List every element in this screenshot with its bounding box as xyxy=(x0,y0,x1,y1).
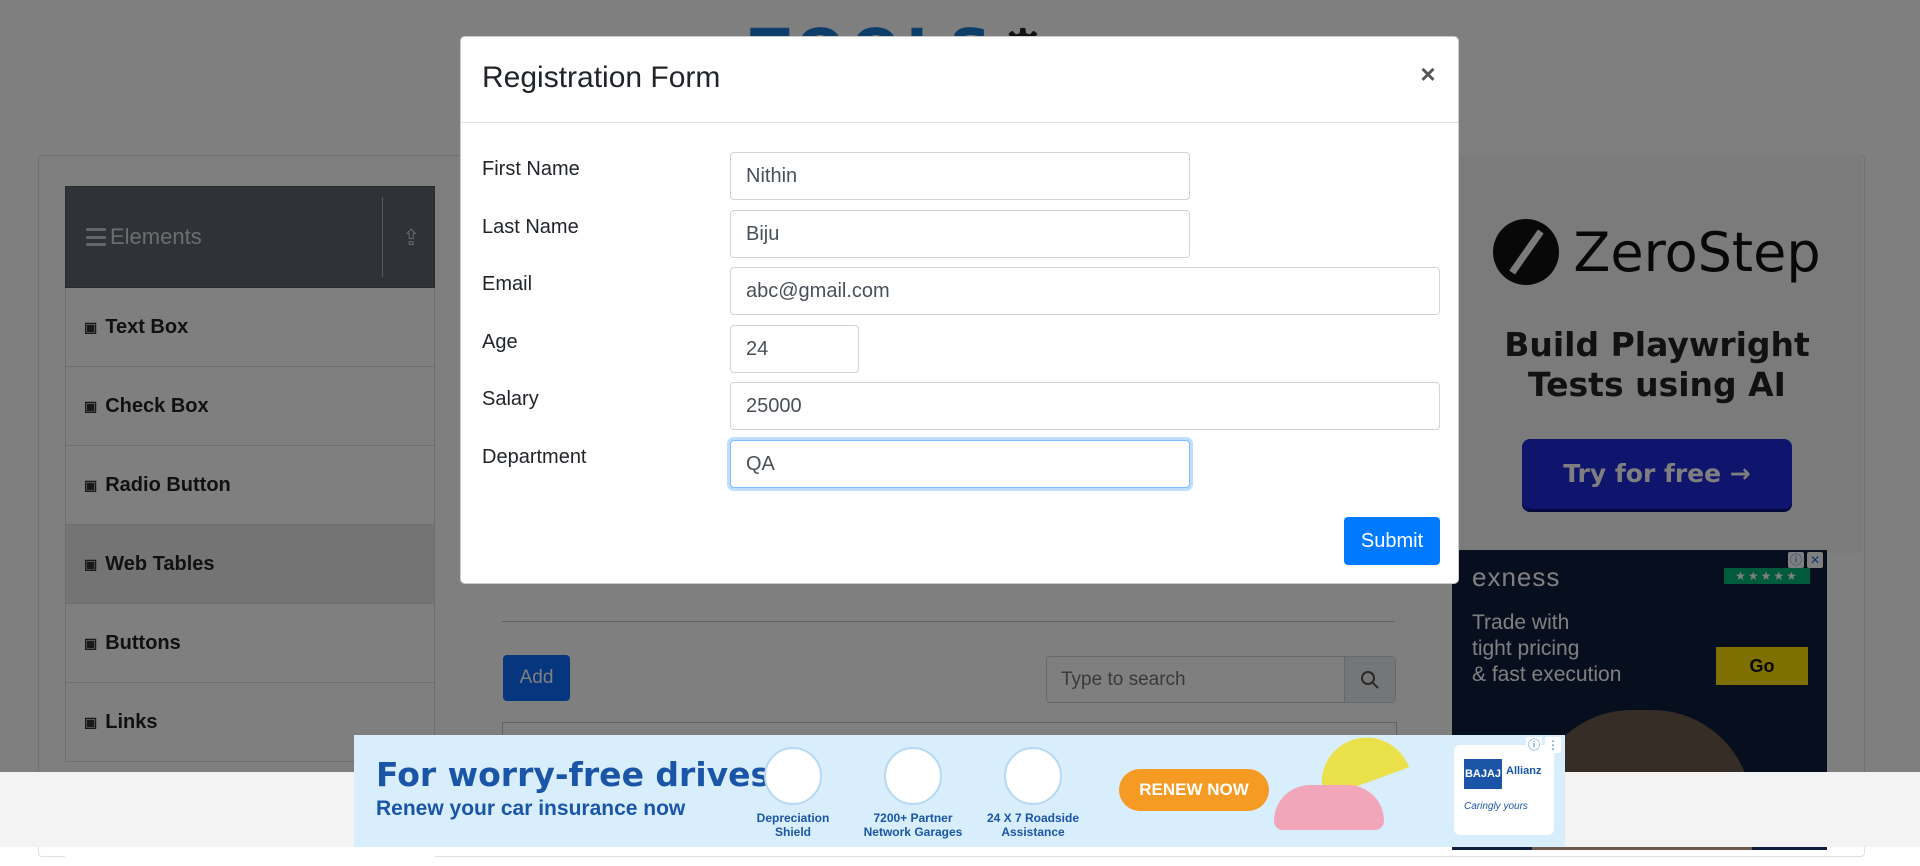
insurance-headline: For worry-free drives, xyxy=(376,755,783,794)
insurance-ad-banner[interactable]: For worry-free drives, Renew your car in… xyxy=(354,735,1565,847)
last-name-field[interactable] xyxy=(730,210,1190,258)
email-row: Email xyxy=(482,267,1442,315)
bajaj-slogan: Caringly yours xyxy=(1464,801,1528,812)
first-name-label: First Name xyxy=(482,158,580,180)
car-icon xyxy=(1274,785,1384,830)
first-name-field[interactable] xyxy=(730,152,1190,200)
modal-header: Registration Form × xyxy=(461,37,1458,123)
first-name-row: First Name xyxy=(482,152,1442,200)
age-field[interactable] xyxy=(730,325,859,373)
salary-row: Salary xyxy=(482,382,1442,430)
department-row: Department xyxy=(482,440,1442,488)
feature-partner-garages: 7200+ Partner Network Garages xyxy=(858,747,968,839)
feature-label: 7200+ Partner xyxy=(873,811,953,825)
salary-label: Salary xyxy=(482,388,539,410)
insurance-subline: Renew your car insurance now xyxy=(376,797,686,820)
email-label: Email xyxy=(482,273,533,295)
feature-roadside-assistance: 24 X 7 Roadside Assistance xyxy=(978,747,1088,839)
feature-label: Network Garages xyxy=(863,825,963,839)
renew-now-button[interactable]: RENEW NOW xyxy=(1119,769,1269,811)
submit-button[interactable]: Submit xyxy=(1344,517,1440,565)
feature-label: Assistance xyxy=(1001,825,1065,839)
feature-label: Shield xyxy=(774,825,811,839)
department-label: Department xyxy=(482,446,587,468)
close-icon[interactable]: × xyxy=(1413,59,1443,89)
bajaj-mark: BAJAJ xyxy=(1464,759,1502,789)
tow-truck-icon xyxy=(1004,747,1062,805)
registration-modal: Registration Form × First Name Last Name… xyxy=(460,36,1459,584)
ad-choices: ⓘ ⋮ xyxy=(1526,737,1561,753)
salary-field[interactable] xyxy=(730,382,1440,430)
email-field[interactable] xyxy=(730,267,1440,315)
feature-depreciation-shield: Depreciation Shield xyxy=(738,747,848,839)
age-row: Age xyxy=(482,325,1442,373)
modal-title: Registration Form xyxy=(482,61,721,94)
shield-car-icon xyxy=(764,747,822,805)
bajaj-allianz-logo: BAJAJ Allianz Caringly yours xyxy=(1454,745,1554,835)
garage-network-icon xyxy=(884,747,942,805)
last-name-row: Last Name xyxy=(482,210,1442,258)
allianz-label: Allianz xyxy=(1506,765,1542,777)
ad-menu-icon[interactable]: ⋮ xyxy=(1545,737,1561,753)
last-name-label: Last Name xyxy=(482,216,579,238)
department-field[interactable] xyxy=(730,440,1190,488)
ad-info-icon[interactable]: ⓘ xyxy=(1526,737,1542,753)
age-label: Age xyxy=(482,331,518,353)
feature-label: Depreciation xyxy=(756,811,830,825)
feature-label: 24 X 7 Roadside xyxy=(986,811,1080,825)
